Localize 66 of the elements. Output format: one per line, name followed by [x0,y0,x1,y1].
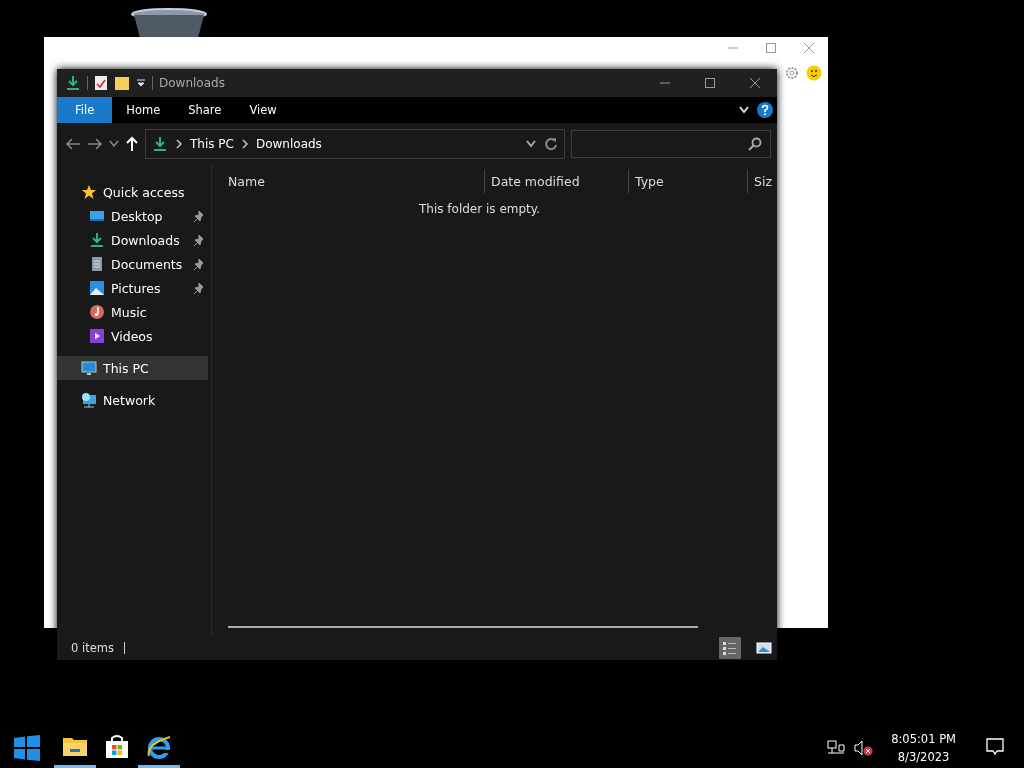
refresh-icon[interactable] [544,136,558,151]
column-header[interactable]: Siz [747,169,777,193]
breadcrumb-item[interactable]: Downloads [255,136,322,151]
nav-item[interactable]: Network [57,388,208,412]
up-arrow-icon[interactable] [125,135,139,152]
column-header[interactable]: Name [212,169,484,193]
clock-date: 8/3/2023 [897,749,950,766]
item-count: 0 items [71,641,114,655]
speech-bubble-icon [986,737,1004,756]
dropdown-icon[interactable] [136,78,146,88]
chevron-right-icon [176,138,182,149]
nav-item[interactable]: Downloads [57,228,208,252]
nav-item[interactable]: Quick access [57,180,208,204]
properties-icon[interactable] [94,75,108,91]
speaker-muted-icon[interactable] [853,740,874,756]
ribbon-tab[interactable]: Home [112,97,175,123]
video-icon [89,328,105,344]
clock-time: 8:05:01 PM [891,731,956,748]
ribbon-tab[interactable]: File [57,97,113,123]
nav-item[interactable]: Videos [57,324,208,348]
trash-can-icon[interactable] [130,8,208,38]
nav-item[interactable]: This PC [57,356,208,380]
search-field[interactable] [571,129,771,158]
maximize-icon[interactable] [766,43,776,53]
address-bar[interactable]: This PC Downloads [145,128,565,159]
ribbon-tab[interactable]: View [235,97,291,123]
empty-folder-message: This folder is empty. [418,202,541,216]
maximize-icon [704,78,715,88]
download-icon [89,232,105,248]
back-arrow-icon[interactable] [65,136,81,151]
large-icons-view-icon [756,640,772,656]
column-header[interactable]: Type [628,169,747,193]
picture-icon [89,280,105,296]
breadcrumb-item[interactable]: This PC [190,136,234,151]
smiley-icon[interactable] [806,65,822,81]
star-icon [81,184,97,200]
scrollbar[interactable] [228,626,698,628]
search-icon [748,136,762,151]
e-logo-icon [146,733,172,760]
window-title: Downloads [159,76,226,90]
ribbon-tab[interactable]: Share [174,97,236,123]
nav-item[interactable]: Pictures [57,276,208,300]
chevron-right-icon [241,138,248,149]
chevron-down-icon[interactable] [526,139,536,148]
nav-item[interactable]: Music [57,300,208,324]
forward-arrow-icon[interactable] [87,136,103,151]
column-header[interactable]: Date modified [484,169,628,193]
document-icon [89,256,105,272]
details-view-icon [722,640,738,656]
help-icon[interactable] [757,102,773,118]
clock[interactable]: 8:05:01 PM 8/3/2023 [881,730,966,766]
nav-item[interactable]: Desktop [57,204,208,228]
gear-icon[interactable] [784,65,800,81]
download-icon [152,135,168,152]
download-icon[interactable] [65,75,81,91]
windows-logo-icon [14,735,40,761]
network-icon [81,392,97,408]
nav-item[interactable]: Documents [57,252,208,276]
computer-icon [81,360,97,376]
close-icon[interactable] [804,43,814,53]
folder-icon[interactable] [114,75,130,91]
music-note-icon [89,304,105,320]
desktop-icon [89,208,105,224]
shopping-bag-icon [104,733,130,760]
network-icon[interactable] [827,740,846,756]
close-icon [749,78,760,88]
